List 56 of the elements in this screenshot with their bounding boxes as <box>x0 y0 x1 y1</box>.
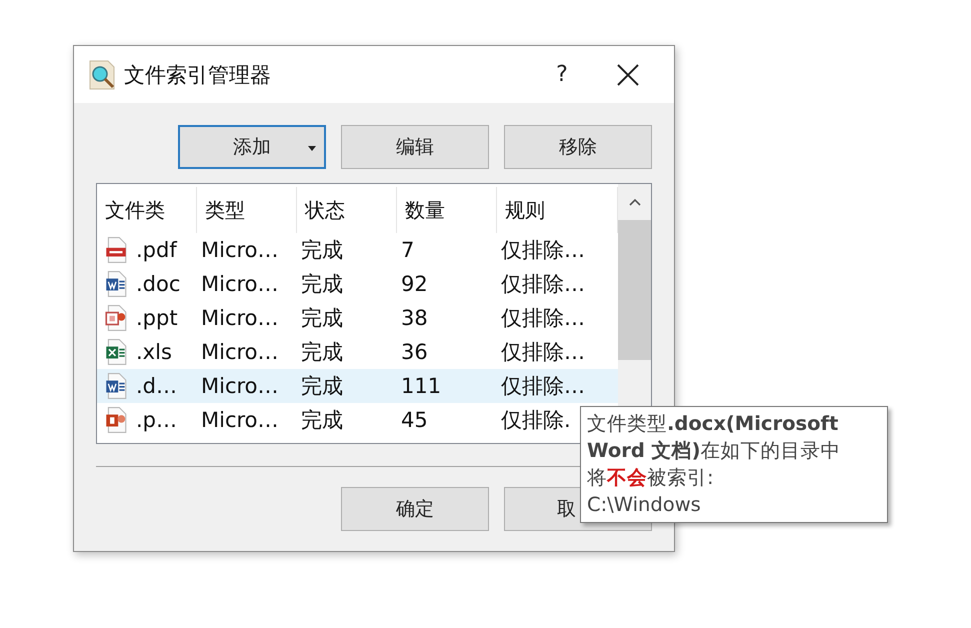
table-cell-text: 完成 <box>300 373 343 400</box>
list-row[interactable]: .xls Micro… 完成 36 仅排除… <box>97 335 585 369</box>
table-cell-text: 111 <box>400 374 442 398</box>
table-cell-text: 38 <box>400 306 428 330</box>
toolbar-button[interactable]: 移除 <box>504 125 652 169</box>
table-cell-text: Micro… <box>200 340 279 364</box>
table-cell-text: Micro… <box>200 306 279 330</box>
list-row[interactable]: .pdf Micro… 完成 7 仅排除… <box>97 233 585 267</box>
table-cell-text: 完成 <box>300 407 343 434</box>
table-cell-text: 92 <box>400 272 428 296</box>
document-icon <box>105 271 127 297</box>
table-cell-text: 完成 <box>300 237 343 264</box>
table-cell-text: Micro… <box>200 272 279 296</box>
document-icon <box>105 339 127 365</box>
column-header[interactable]: 类型 <box>197 187 297 233</box>
table-cell-text: 仅排除… <box>500 237 585 264</box>
document-icon <box>105 407 127 433</box>
table-cell-text: 完成 <box>300 339 343 366</box>
table-cell-text: 仅排除… <box>500 305 585 332</box>
table-cell-text: 36 <box>400 340 428 364</box>
document-icon <box>105 237 127 263</box>
table-cell-text: 完成 <box>300 271 343 298</box>
table-cell-text: 7 <box>400 238 414 262</box>
window-title: 文件索引管理器 <box>124 62 272 88</box>
chevron-up-icon <box>628 198 640 206</box>
table-cell: .ppt <box>136 306 178 330</box>
table-cell-text: 仅排除… <box>500 373 585 400</box>
table-cell: .xls <box>136 340 172 364</box>
scrollbar-thumb[interactable] <box>618 220 651 360</box>
table-cell: .doc <box>136 272 180 296</box>
column-header[interactable]: 状态 <box>297 187 397 233</box>
table-cell-text: Micro… <box>200 408 279 432</box>
column-header[interactable]: 文件类 <box>97 187 197 233</box>
table-cell-text: 仅排除… <box>500 271 585 298</box>
list-row[interactable]: .p… Micro… 完成 45 仅排除. <box>97 403 571 437</box>
dialog-button[interactable]: 确定 <box>341 487 489 531</box>
list-row[interactable]: .d… Micro… 完成 111 仅排除… <box>97 369 618 403</box>
table-cell: .d… <box>136 374 178 398</box>
table-cell-text: 完成 <box>300 305 343 332</box>
list-row[interactable]: .doc Micro… 完成 92 仅排除… <box>97 267 585 301</box>
table-cell-text: 仅排除. <box>500 407 571 434</box>
table-cell: .pdf <box>136 238 177 262</box>
help-button[interactable]: ? <box>542 54 582 94</box>
close-icon <box>617 64 639 86</box>
toolbar-button[interactable]: 编辑 <box>341 125 489 169</box>
column-header[interactable]: 数量 <box>397 187 497 233</box>
table-cell-text: Micro… <box>200 374 279 398</box>
file-info-tooltip: 文件类型.docx(Microsoft Word 文档)在如下的目录中 将不会被索引: C:\Windows <box>580 406 888 523</box>
list-row[interactable]: .ppt Micro… 完成 38 仅排除… <box>97 301 585 335</box>
table-cell-text: 仅排除… <box>500 339 585 366</box>
toolbar-button[interactable]: 添加 <box>178 125 326 169</box>
table-cell: .p… <box>136 408 178 432</box>
document-icon <box>105 305 127 331</box>
table-cell-text: Micro… <box>200 238 279 262</box>
document-icon <box>105 373 127 399</box>
table-cell-text: 45 <box>400 408 428 432</box>
